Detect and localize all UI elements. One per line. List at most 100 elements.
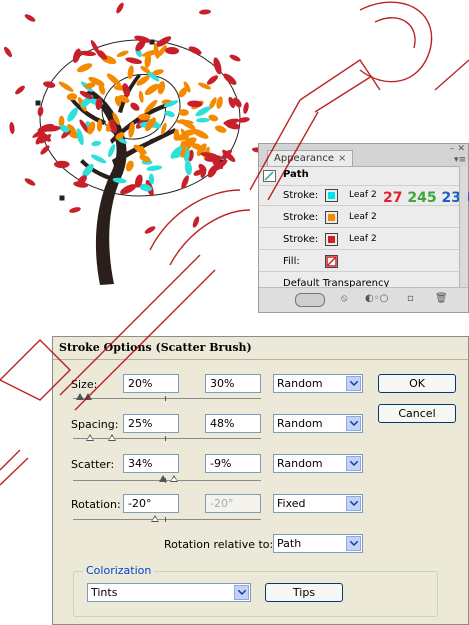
leaf [125,57,143,64]
rgb-readout: 27 245 230 [383,190,469,206]
close-panel-icon[interactable]: ✕ [457,144,465,154]
reduce-to-basic-icon[interactable]: ◐◦○ [365,293,388,304]
duplicate-item-icon[interactable]: ▫ [407,293,414,304]
size-mode-select[interactable]: Random [273,374,363,393]
colorization-method-select[interactable]: Tints [87,583,251,602]
rotation-min-field[interactable]: -20° [123,494,179,513]
row-label: Stroke: [283,190,319,201]
leaf [24,14,36,22]
no-fill-swatch-icon[interactable] [325,255,338,268]
scatter-label: Scatter: [71,458,115,471]
spacing-mode-select[interactable]: Random [273,414,363,433]
rotation-mode-select[interactable]: Fixed [273,494,363,513]
leaf [67,107,78,122]
leaf [76,63,93,73]
chevron-down-icon[interactable] [346,496,361,511]
delete-item-icon[interactable]: 🗑 [435,293,448,304]
color-swatch[interactable] [325,189,338,202]
brush-name: Leaf 2 [349,190,377,200]
leaf [165,46,180,55]
rotation-relative-label: Rotation relative to: [164,538,274,551]
size-max-handle[interactable] [84,393,92,400]
scatter-min-handle[interactable] [170,475,178,482]
scatter-max-field[interactable]: -9% [205,454,261,473]
leaf [9,122,15,134]
panel-scrollbar[interactable] [459,166,468,289]
leaf [125,160,134,172]
leaf [43,81,56,88]
leaf [116,2,124,14]
leaf [199,9,211,15]
chevron-down-icon[interactable] [346,536,361,551]
size-slider-track[interactable] [73,398,261,399]
chevron-down-icon[interactable] [346,376,361,391]
visibility-toggle-icon[interactable] [295,293,325,307]
leaf [54,160,70,169]
stroke-row[interactable]: Stroke: Leaf 2 [259,230,464,250]
spacing-min-field[interactable]: 25% [123,414,179,433]
leaf [66,93,78,101]
brush-name: Leaf 2 [349,234,377,244]
rotation-slider-track[interactable] [73,519,261,520]
row-label: Stroke: [283,212,319,223]
size-label: Size: [71,378,98,391]
leaf [206,75,219,85]
ok-button[interactable]: OK [378,374,456,393]
tree-illustration [4,2,264,285]
colorization-label: Colorization [83,564,155,577]
chevron-down-icon[interactable] [346,416,361,431]
tips-button[interactable]: Tips [265,583,343,602]
leaf [108,144,116,158]
spacing-min-handle[interactable] [86,434,94,441]
scatter-max-handle[interactable] [159,475,167,482]
scatter-mode-value: Random [277,457,323,470]
leaf [24,178,36,186]
chevron-down-icon[interactable] [346,456,361,471]
clear-appearance-icon[interactable]: ⦸ [341,293,348,304]
object-label: Path [283,169,309,180]
rotation-label: Rotation: [71,498,121,511]
watermark-stroke [359,1,433,83]
color-swatch[interactable] [325,211,338,224]
close-icon[interactable]: × [338,153,346,164]
leaf [15,85,25,95]
rotation-handle[interactable] [151,515,159,522]
leaf [196,117,210,123]
chevron-down-icon[interactable] [234,585,249,600]
leaf [144,226,156,234]
leaf [130,102,140,111]
rotation-mode-value: Fixed [277,497,306,510]
tab-appearance[interactable]: Appearance × [267,150,354,166]
leaf [243,102,249,114]
rotation-relative-value: Path [277,537,302,550]
leaf [58,81,74,92]
leaf [192,216,200,228]
spacing-label: Spacing: [71,418,119,431]
rgb-g-value: 245 [407,190,437,206]
scatter-mode-select[interactable]: Random [273,454,363,473]
panel-menu-icon[interactable]: ▾≡ [454,155,466,165]
scatter-min-field[interactable]: 34% [123,454,179,473]
scatter-slider-track[interactable] [73,480,261,481]
size-min-handle[interactable] [76,393,84,400]
object-row[interactable]: Path [259,167,464,186]
stroke-row[interactable]: Stroke: Leaf 2 [259,208,464,228]
minimize-icon[interactable]: – [450,144,455,154]
size-max-field[interactable]: 30% [205,374,261,393]
fill-row[interactable]: Fill: [259,252,464,272]
dialog-title: Stroke Options (Scatter Brush) [59,341,252,354]
stroke-options-dialog: Stroke Options (Scatter Brush) Size: 20%… [52,336,469,625]
color-swatch[interactable] [325,233,338,246]
spacing-slider-track[interactable] [73,438,261,439]
spacing-max-field[interactable]: 48% [205,414,261,433]
rotation-relative-select[interactable]: Path [273,534,363,553]
row-label: Fill: [283,256,300,267]
leaf [69,207,81,213]
spacing-max-handle[interactable] [108,434,116,441]
leaf [4,46,12,58]
tab-label: Appearance [274,153,335,164]
spacing-mode-value: Random [277,417,323,430]
cancel-button[interactable]: Cancel [378,404,456,423]
size-min-field[interactable]: 20% [123,374,179,393]
appearance-panel: Appearance × – ✕ ▾≡ Path Stroke: Leaf 2 Str… [258,143,469,313]
